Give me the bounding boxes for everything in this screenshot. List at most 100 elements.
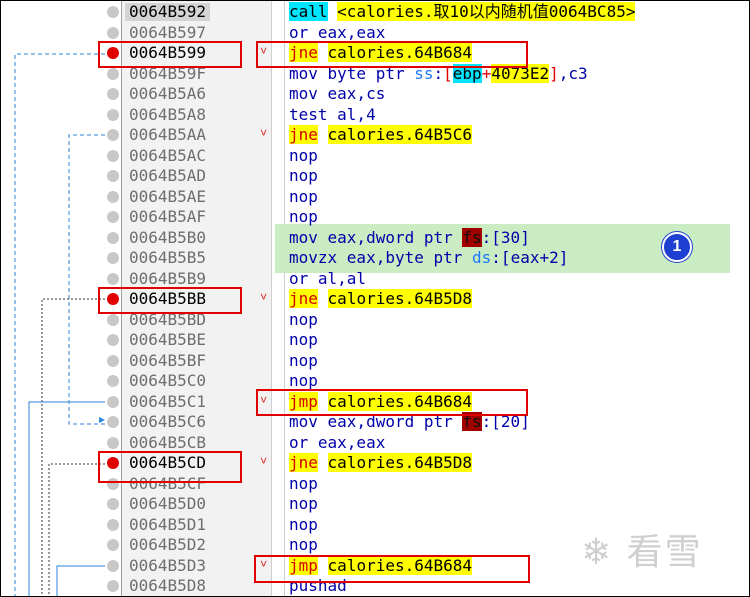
- breakpoint-slot-icon[interactable]: [107, 436, 119, 449]
- highlight-box: [254, 555, 530, 583]
- address: 0064B5AF: [129, 207, 207, 226]
- instruction-token: nop: [289, 514, 318, 534]
- breakpoint-slot-icon[interactable]: [107, 354, 119, 367]
- highlight-box: [98, 41, 242, 68]
- instruction-text: mov eax,dword ptr fs:[30]: [289, 227, 530, 247]
- instruction-token: :[30]: [481, 227, 530, 247]
- instruction-text: nop: [289, 146, 318, 165]
- watermark-text: 看雪: [626, 532, 703, 573]
- instruction-text: test al,4: [289, 105, 376, 124]
- instruction-token: [318, 125, 328, 144]
- address: 0064B5B5: [129, 248, 207, 267]
- jump-marker-icon: ˅: [260, 454, 268, 468]
- jump-marker-icon: ˅: [260, 290, 268, 304]
- breakpoint-slot-icon[interactable]: [107, 129, 119, 141]
- instruction-text: nop: [289, 330, 318, 349]
- instruction-token: mov eax,dword ptr: [289, 227, 463, 247]
- instruction-text: nop: [289, 371, 318, 390]
- breakpoint-slot-icon[interactable]: [107, 313, 119, 326]
- address: 0064B5A8: [129, 104, 207, 124]
- highlight-box: [256, 389, 528, 416]
- instruction-row[interactable]: 0064B5B0 mov eax,dword ptr fs:[30]: [1, 227, 749, 249]
- instruction-token: calories.64B5C6: [327, 125, 473, 144]
- instruction-row[interactable]: 0064B5AC nop: [1, 146, 749, 167]
- instruction-token: movzx eax,byte ptr: [289, 248, 473, 267]
- instruction-token: jne: [289, 125, 318, 144]
- instruction-row[interactable]: 0064B5CB or eax,eax: [1, 432, 749, 454]
- instruction-text: nop: [289, 310, 318, 329]
- breakpoint-slot-icon[interactable]: [107, 416, 119, 428]
- instruction-token: jne: [289, 289, 318, 308]
- instruction-row[interactable]: 0064B597 or eax,eax: [1, 23, 749, 44]
- instruction-row[interactable]: 0064B5AD nop: [1, 166, 749, 187]
- instruction-token: mov eax,cs: [289, 84, 386, 103]
- address: 0064B5BE: [129, 330, 207, 349]
- breakpoint-slot-icon[interactable]: [107, 6, 119, 18]
- instruction-token: <calories.取10以内随机值0064BC85>: [337, 2, 636, 21]
- instruction-row[interactable]: 0064B5B9 or al,al: [1, 268, 749, 290]
- breakpoint-slot-icon[interactable]: [107, 559, 119, 572]
- breakpoint-slot-icon[interactable]: [107, 498, 119, 510]
- address: 0064B5D3: [129, 555, 207, 575]
- instruction-text: jne calories.64B5D8: [289, 453, 473, 472]
- address: 0064B5C0: [129, 371, 207, 390]
- instruction-row[interactable]: 0064B5D0 nop: [1, 494, 749, 515]
- instruction-token: or eax,eax: [289, 432, 386, 452]
- breakpoint-slot-icon[interactable]: [107, 149, 119, 162]
- breakpoint-slot-icon[interactable]: [107, 539, 119, 551]
- breakpoint-slot-icon[interactable]: [107, 395, 119, 408]
- instruction-row[interactable]: 0064B5A8 test al,4: [1, 104, 749, 126]
- instruction-token: nop: [289, 473, 318, 493]
- instruction-row[interactable]: 0064B5AF nop: [1, 207, 749, 228]
- address: 0064B5B9: [129, 268, 207, 288]
- instruction-row[interactable]: 0064B5BE nop: [1, 330, 749, 351]
- breakpoint-slot-icon[interactable]: [107, 375, 119, 387]
- breakpoint-slot-icon[interactable]: [107, 231, 119, 244]
- address: 0064B5BF: [129, 350, 207, 370]
- breakpoint-slot-icon[interactable]: [107, 252, 119, 264]
- breakpoint-slot-icon[interactable]: [107, 518, 119, 531]
- instruction-token: nop: [289, 330, 318, 349]
- instruction-row[interactable]: 0064B5AE nop: [1, 186, 749, 208]
- instruction-token: or al,al: [289, 268, 367, 288]
- breakpoint-slot-icon[interactable]: [107, 88, 119, 100]
- breakpoint-slot-icon[interactable]: [107, 108, 119, 121]
- instruction-token: nop: [289, 350, 318, 370]
- breakpoint-slot-icon[interactable]: [107, 170, 119, 182]
- instruction-text: or eax,eax: [289, 23, 385, 42]
- disassembly-view: 0064B592 call <calories.取10以内随机值0064BC85>…: [0, 0, 750, 597]
- highlight-box: [256, 41, 528, 68]
- instruction-token: [328, 2, 338, 21]
- instruction-row[interactable]: 0064B5AA ˅ jne calories.64B5C6: [1, 125, 749, 146]
- address: 0064B5D1: [129, 514, 207, 534]
- instruction-token: calories.64B5D8: [327, 289, 473, 308]
- address: 0064B5C1: [129, 391, 207, 411]
- breakpoint-slot-icon[interactable]: [107, 334, 119, 346]
- instruction-text: mov eax,cs: [289, 84, 385, 103]
- breakpoint-slot-icon[interactable]: [107, 190, 119, 203]
- instruction-token: or eax,eax: [289, 22, 386, 42]
- breakpoint-slot-icon[interactable]: [107, 67, 119, 80]
- breakpoint-slot-icon[interactable]: [107, 26, 119, 39]
- breakpoint-slot-icon[interactable]: [107, 272, 119, 285]
- instruction-row[interactable]: 0064B592 call <calories.取10以内随机值0064BC85>: [1, 2, 749, 23]
- instruction-token: nop: [289, 145, 318, 165]
- address: 0064B5AE: [129, 186, 207, 206]
- breakpoint-slot-icon[interactable]: [107, 211, 119, 223]
- instruction-token: test al,4: [289, 104, 376, 124]
- breakpoint-slot-icon[interactable]: [107, 580, 119, 592]
- instruction-text: movzx eax,byte ptr ds:[eax+2]: [289, 248, 568, 267]
- address: 0064B5AA: [129, 125, 207, 144]
- address: 0064B5D2: [129, 535, 207, 554]
- instruction-row[interactable]: 0064B5BF nop: [1, 350, 749, 372]
- instruction-row[interactable]: 0064B5A6 mov eax,cs: [1, 84, 749, 105]
- watermark: ❄ 看雪: [581, 532, 703, 573]
- address: 0064B5CB: [129, 432, 207, 452]
- instruction-text: nop: [289, 351, 318, 370]
- instruction-row[interactable]: 0064B5B5 movzx eax,byte ptr ds:[eax+2]: [1, 248, 749, 269]
- instruction-token: nop: [289, 494, 318, 513]
- instruction-text: nop: [289, 535, 318, 554]
- instruction-token: fs: [462, 227, 482, 247]
- address: 0064B5AD: [129, 166, 207, 185]
- highlight-box: [98, 451, 242, 483]
